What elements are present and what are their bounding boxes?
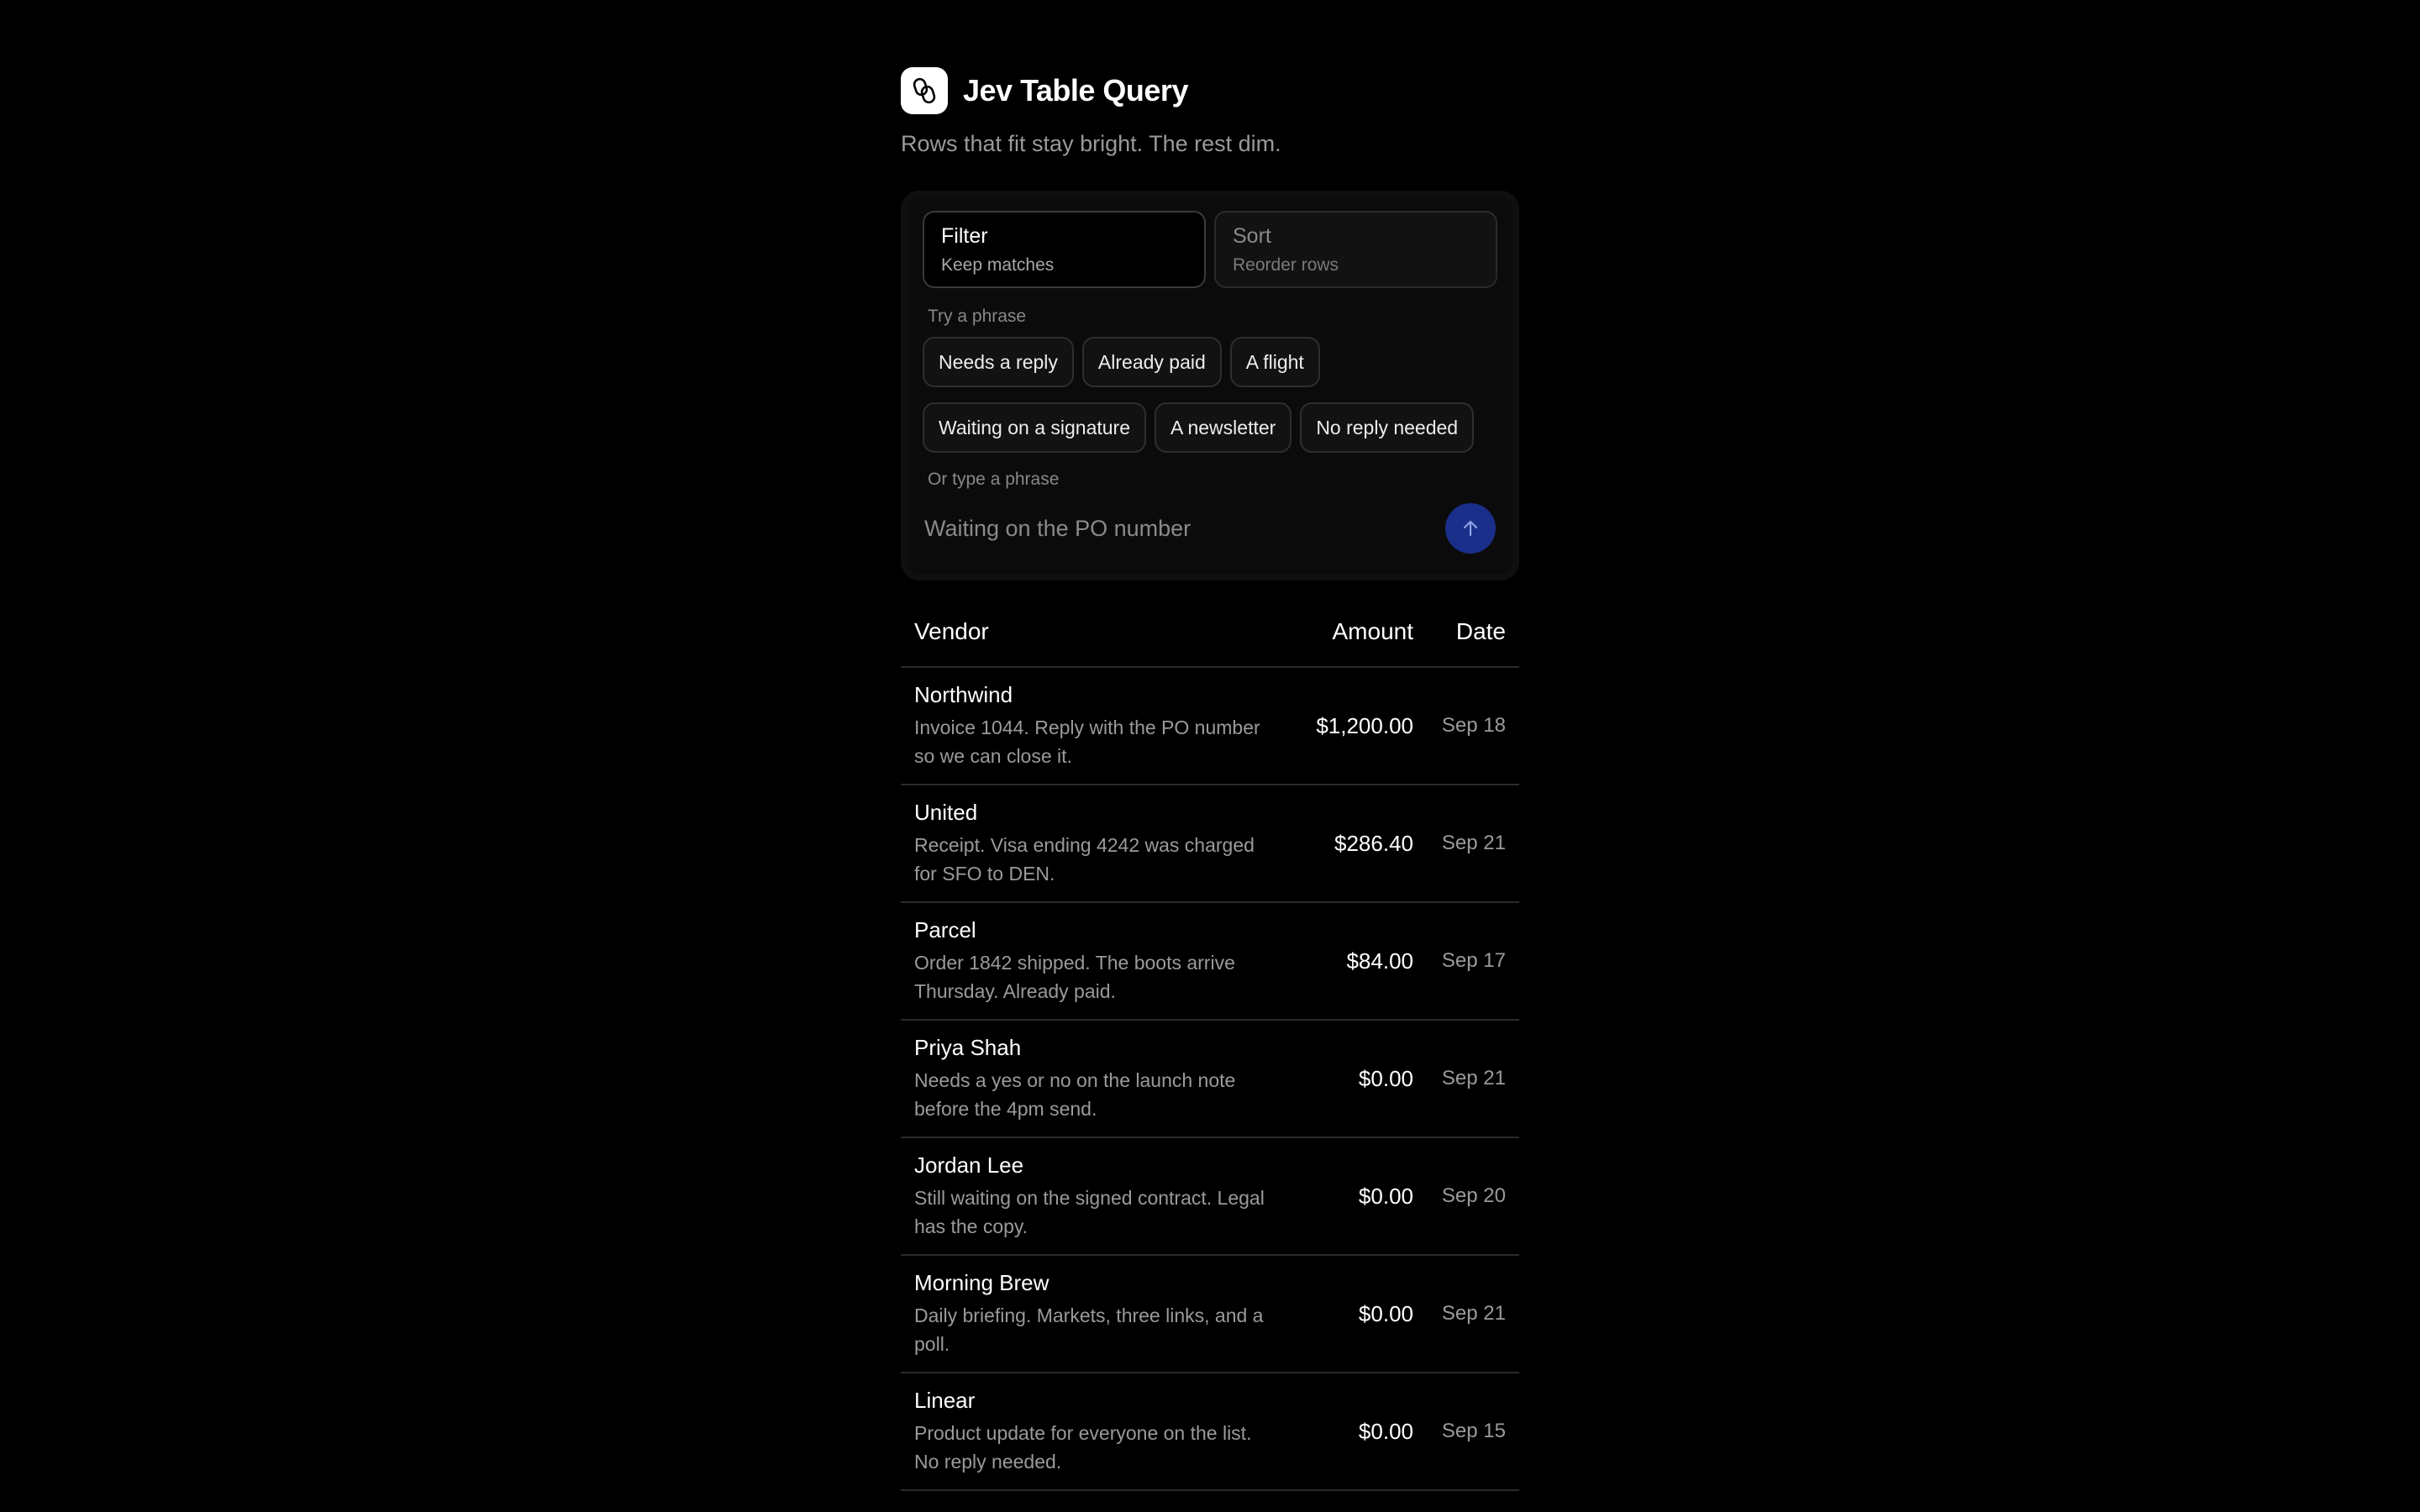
table-row[interactable]: Priya Shah Needs a yes or no on the launc… — [901, 1021, 1519, 1138]
table-body: Northwind Invoice 1044. Reply with the PO… — [901, 668, 1519, 1491]
app-subtitle: Rows that fit stay bright. The rest dim. — [901, 131, 1281, 156]
mode-description: Keep matches — [941, 255, 1055, 275]
date-cell: Sep 18 — [1441, 714, 1506, 737]
vendor-cell: Parcel Order 1842 shipped. The boots arri… — [914, 917, 1287, 1005]
vendor-cell: Morning Brew Daily briefing. Markets, thr… — [914, 1270, 1287, 1358]
phrase-chip-flight[interactable]: A flight — [1229, 337, 1320, 387]
arrow-up-icon — [1463, 520, 1478, 537]
phrase-chip-newsletter[interactable]: A newsletter — [1155, 402, 1292, 453]
app-header: Jev Table Query — [901, 67, 1519, 114]
vendor-description: Invoice 1044. Reply with the PO number s… — [914, 716, 1260, 767]
date-cell: Sep 21 — [1441, 1067, 1506, 1089]
try-phrase-label: Try a phrase — [928, 307, 1027, 326]
vendor-description: Still waiting on the signed contract. Le… — [914, 1186, 1265, 1237]
phrase-chip-waiting-signature[interactable]: Waiting on a signature — [923, 402, 1147, 453]
vendor-name: Northwind — [914, 681, 1013, 707]
phrase-input[interactable] — [924, 503, 1445, 554]
vendor-description: Needs a yes or no on the launch note bef… — [914, 1068, 1236, 1120]
header-vendor[interactable]: Vendor — [914, 618, 1287, 645]
vendor-description: Receipt. Visa ending 4242 was charged fo… — [914, 833, 1255, 885]
mode-label: Filter — [941, 224, 988, 248]
mode-label: Sort — [1233, 224, 1271, 248]
vendor-cell: Priya Shah Needs a yes or no on the launc… — [914, 1035, 1287, 1123]
vendor-description: Product update for everyone on the list.… — [914, 1421, 1252, 1473]
table-row[interactable]: Northwind Invoice 1044. Reply with the PO… — [901, 668, 1519, 785]
vendor-name: Linear — [914, 1387, 976, 1413]
phrase-chip-no-reply[interactable]: No reply needed — [1300, 402, 1475, 453]
vendor-name: Morning Brew — [914, 1269, 1050, 1295]
vendor-table: Vendor Amount Date Northwind Invoice 1044… — [901, 609, 1519, 1491]
phrase-chips: Needs a reply Already paid A flight Wait… — [923, 337, 1497, 453]
header-amount[interactable]: Amount — [1287, 618, 1414, 645]
query-panel: Filter Keep matches Sort Reorder rows Tr… — [901, 191, 1519, 580]
table-row[interactable]: Linear Product update for everyone on the… — [901, 1373, 1519, 1491]
vendor-name: Parcel — [914, 916, 976, 942]
date-cell: Sep 20 — [1441, 1184, 1506, 1207]
table-row[interactable]: Parcel Order 1842 shipped. The boots arri… — [901, 903, 1519, 1021]
phrase-input-row — [923, 498, 1497, 559]
table-row[interactable]: Morning Brew Daily briefing. Markets, thr… — [901, 1256, 1519, 1373]
date-cell: Sep 15 — [1441, 1420, 1506, 1442]
amount-cell: $84.00 — [1346, 948, 1413, 974]
mode-description: Reorder rows — [1233, 255, 1339, 275]
link-icon — [901, 67, 948, 114]
table-header: Vendor Amount Date — [901, 609, 1519, 668]
amount-cell: $1,200.00 — [1316, 712, 1413, 738]
phrase-chip-already-paid[interactable]: Already paid — [1081, 337, 1222, 387]
vendor-name: Jordan Lee — [914, 1152, 1024, 1178]
vendor-cell: Jordan Lee Still waiting on the signed co… — [914, 1152, 1287, 1241]
filter-mode-button[interactable]: Filter Keep matches — [923, 211, 1206, 288]
vendor-description: Order 1842 shipped. The boots arrive Thu… — [914, 951, 1235, 1002]
date-cell: Sep 17 — [1441, 949, 1506, 972]
page: Jev Table Query Rows that fit stay brigh… — [901, 67, 1519, 1491]
amount-cell: $0.00 — [1358, 1183, 1413, 1209]
vendor-cell: Northwind Invoice 1044. Reply with the PO… — [914, 682, 1287, 770]
header-date[interactable]: Date — [1413, 618, 1506, 645]
amount-cell: $286.40 — [1334, 830, 1413, 856]
send-button[interactable] — [1445, 503, 1496, 554]
sort-mode-button[interactable]: Sort Reorder rows — [1214, 211, 1497, 288]
date-cell: Sep 21 — [1441, 1302, 1506, 1325]
table-row[interactable]: United Receipt. Visa ending 4242 was char… — [901, 785, 1519, 903]
vendor-name: Priya Shah — [914, 1034, 1022, 1060]
vendor-name: United — [914, 799, 978, 825]
vendor-cell: United Receipt. Visa ending 4242 was char… — [914, 800, 1287, 888]
vendor-cell: Linear Product update for everyone on the… — [914, 1388, 1287, 1476]
amount-cell: $0.00 — [1358, 1418, 1413, 1444]
date-cell: Sep 21 — [1441, 832, 1506, 854]
type-phrase-label: Or type a phrase — [928, 470, 1060, 489]
vendor-description: Daily briefing. Markets, three links, an… — [914, 1304, 1264, 1355]
mode-switch: Filter Keep matches Sort Reorder rows — [923, 211, 1497, 288]
table-row[interactable]: Jordan Lee Still waiting on the signed co… — [901, 1138, 1519, 1256]
app-title: Jev Table Query — [963, 73, 1188, 108]
amount-cell: $0.00 — [1358, 1300, 1413, 1326]
phrase-chip-needs-reply[interactable]: Needs a reply — [923, 337, 1074, 387]
amount-cell: $0.00 — [1358, 1065, 1413, 1091]
